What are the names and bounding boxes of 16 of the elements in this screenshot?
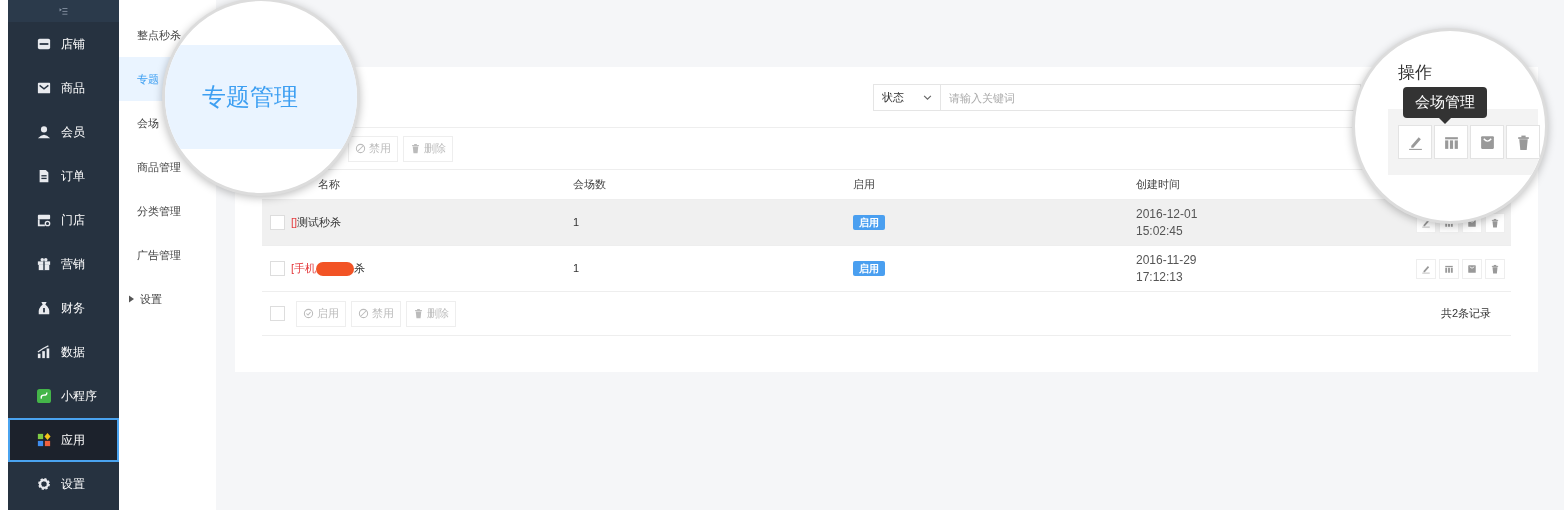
tag-text: [手机: [291, 261, 317, 277]
tag-text: []: [291, 215, 298, 231]
date-cell-text: 2016-12-01 15:02:45: [1136, 205, 1199, 240]
status-badge: 启用: [853, 261, 885, 277]
column-header: 会场数: [573, 177, 607, 193]
table-cell: 1: [573, 216, 580, 229]
name-text: 测试秒杀: [297, 215, 342, 231]
table-cell: 1: [573, 262, 580, 275]
status-badge: 启用: [853, 215, 885, 231]
name-text: 杀: [354, 261, 366, 277]
column-header: 启用: [853, 177, 876, 193]
date-cell-text: 2016-11-29 17:12:13: [1136, 251, 1198, 286]
column-header: 名称: [317, 177, 341, 193]
column-header: 创建时间: [1136, 177, 1181, 193]
record-count: 共2条记录: [1440, 306, 1491, 322]
magnified-column-header: 操作: [1398, 63, 1432, 83]
